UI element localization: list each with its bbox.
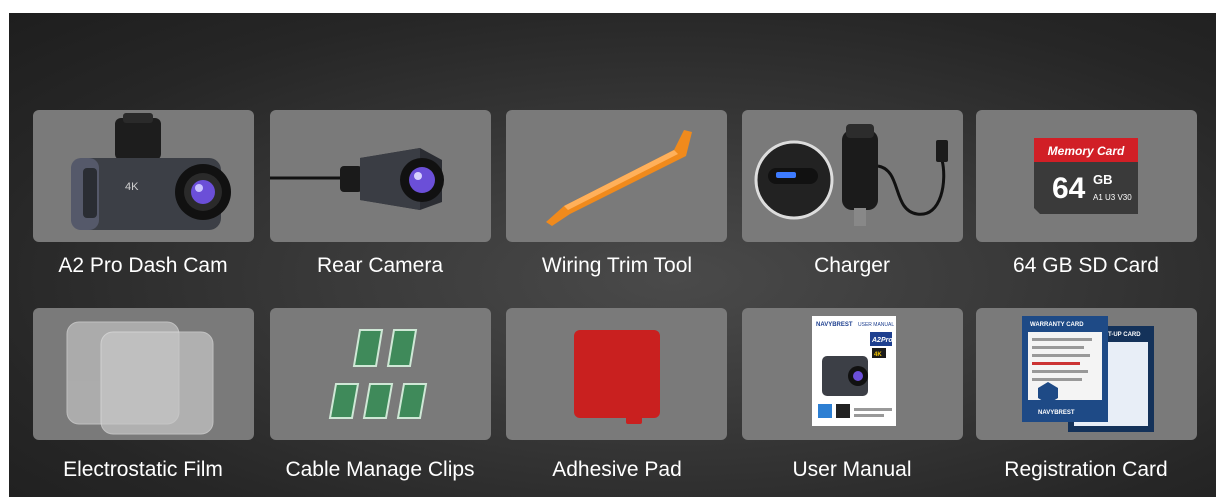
trim-tool-icon	[546, 130, 692, 226]
trim-tool-card	[506, 110, 727, 242]
charger-card	[742, 110, 963, 242]
manual-brand: NAVYBREST	[816, 322, 853, 328]
sd-card-capacity: 64	[1052, 172, 1086, 205]
warranty-card-title: WARRANTY CARD	[1030, 322, 1084, 328]
item-label: 64 GB SD Card	[1013, 254, 1159, 277]
adhesive-pad-card	[506, 308, 727, 440]
sd-card-unit: GB	[1093, 172, 1113, 187]
sd-card-card: Memory Card 64 GB A1 U3 V30	[976, 110, 1197, 242]
electrostatic-film-card	[33, 308, 254, 440]
item-label: Rear Camera	[316, 254, 444, 277]
dash-cam-badge: 4K	[125, 181, 139, 193]
package-contents-panel: 4K A2 Pro Dash Cam Rear Camera Wiring Tr…	[9, 13, 1216, 497]
user-manual-card: NAVYBREST USER MANUAL A2Pro 4K	[742, 308, 963, 440]
item-label: Electrostatic Film	[63, 458, 223, 481]
adhesive-pad-icon	[574, 330, 660, 424]
manual-badge: 4K	[874, 352, 882, 358]
registration-brand: NAVYBREST	[1038, 410, 1075, 416]
user-manual-icon: NAVYBREST USER MANUAL A2Pro 4K	[812, 316, 896, 426]
item-label: Wiring Trim Tool	[541, 254, 693, 277]
car-charger-icon	[754, 124, 948, 226]
item-label: A2 Pro Dash Cam	[58, 254, 228, 277]
item-label: User Manual	[792, 458, 912, 481]
sd-card-icon: Memory Card 64 GB A1 U3 V30	[1034, 138, 1138, 214]
electrostatic-film-icon	[66, 321, 214, 435]
cable-clips-card	[270, 308, 491, 440]
rear-camera-card	[270, 110, 491, 242]
cable-clips-icon	[328, 329, 428, 419]
rear-camera-icon	[270, 148, 444, 210]
sd-card-title: Memory Card	[1048, 144, 1125, 158]
registration-card-icon: SET-UP CARD WARRANTY CARD NAVYBREST	[1022, 316, 1154, 432]
manual-model: A2Pro	[871, 337, 893, 344]
item-label: Cable Manage Clips	[285, 458, 475, 481]
manual-title: USER MANUAL	[858, 322, 894, 328]
dash-cam-icon: 4K	[71, 113, 231, 230]
item-label: Charger	[814, 254, 890, 277]
item-label: Registration Card	[1004, 458, 1168, 481]
item-label: Adhesive Pad	[552, 458, 682, 481]
sd-card-specs: A1 U3 V30	[1093, 193, 1132, 202]
registration-card-card: SET-UP CARD WARRANTY CARD NAVYBREST	[976, 308, 1197, 440]
dash-cam-card: 4K	[33, 110, 254, 242]
